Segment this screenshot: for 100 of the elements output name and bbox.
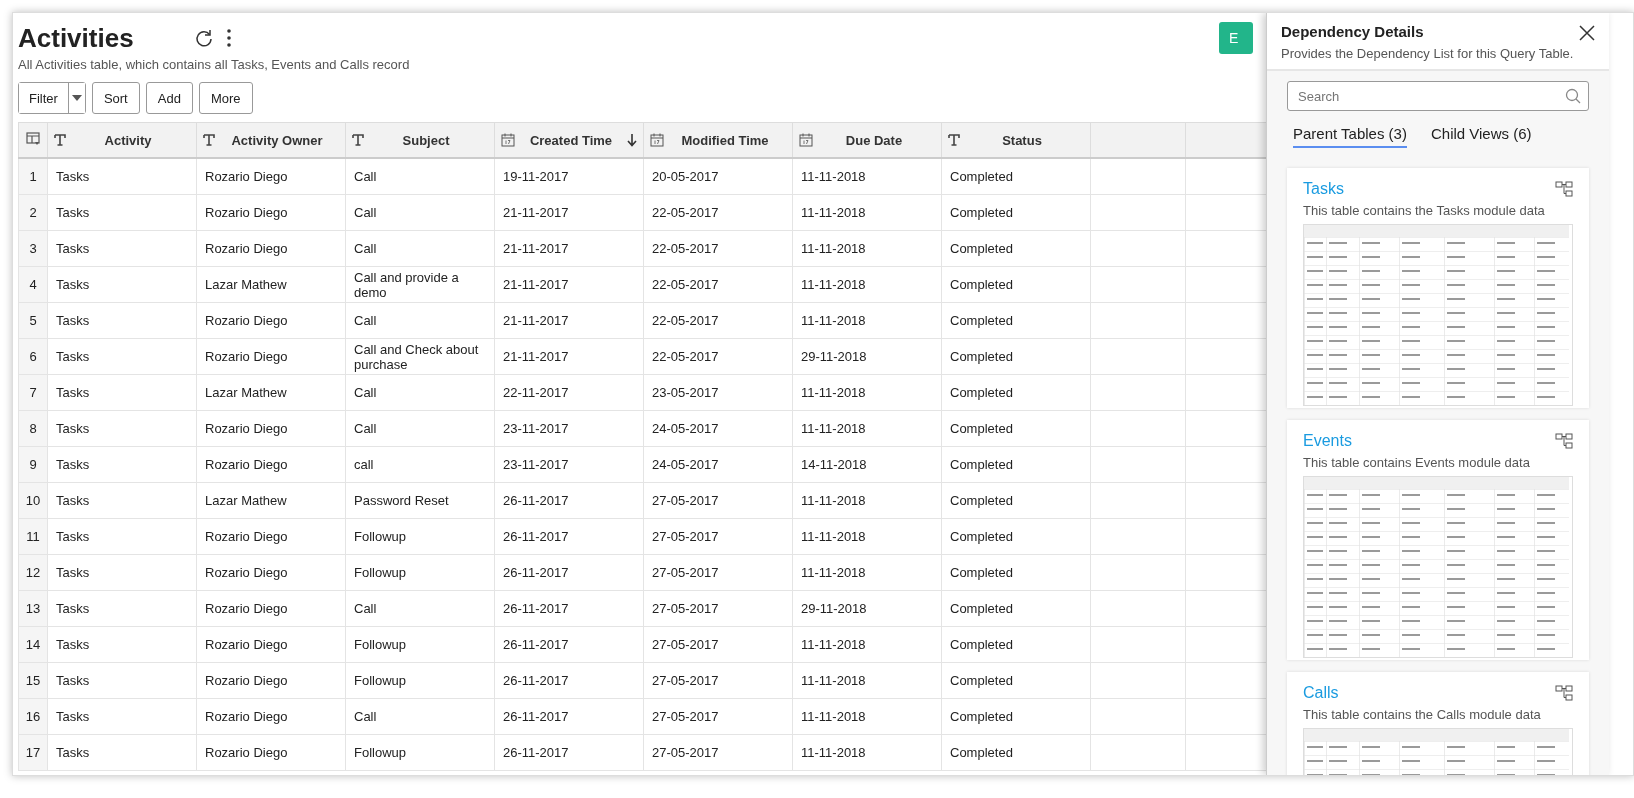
refresh-icon bbox=[193, 28, 214, 48]
text-type-icon bbox=[948, 133, 960, 147]
table-cell: Completed bbox=[941, 230, 1091, 267]
table-cell: 22-05-2017 bbox=[643, 302, 793, 339]
column-label: Due Date bbox=[844, 132, 904, 148]
table-cell: Rozario Diego bbox=[196, 734, 346, 771]
filter-button[interactable]: Filter bbox=[19, 83, 69, 113]
table-cell: Lazar Mathew bbox=[196, 374, 346, 411]
column-header[interactable]: Modified Time bbox=[643, 122, 793, 158]
text-type-icon bbox=[203, 133, 215, 147]
row-number: 12 bbox=[18, 554, 48, 591]
table-cell: Call bbox=[345, 410, 495, 447]
table-cell: Completed bbox=[941, 194, 1091, 231]
table-cell: Rozario Diego bbox=[196, 158, 346, 195]
table-cell: Password Reset bbox=[345, 482, 495, 519]
table-cell: 11-11-2018 bbox=[792, 302, 942, 339]
close-button[interactable] bbox=[1577, 23, 1597, 43]
column-label: Subject bbox=[401, 132, 451, 148]
column-header[interactable]: Activity Owner bbox=[196, 122, 346, 158]
table-description: This table contains the Calls module data bbox=[1303, 707, 1542, 722]
table-cell: Completed bbox=[941, 482, 1091, 519]
table-card[interactable]: Events This table contains Events module data bbox=[1287, 420, 1589, 660]
table-cell: Tasks bbox=[47, 446, 197, 483]
row-number: 5 bbox=[18, 302, 48, 339]
calendar-icon bbox=[650, 133, 664, 147]
row-number: 15 bbox=[18, 662, 48, 699]
search-field[interactable]: Search bbox=[1287, 81, 1589, 111]
caret-icon bbox=[71, 95, 82, 101]
column-header[interactable]: Status bbox=[941, 122, 1091, 158]
table-cell: 19-11-2017 bbox=[494, 158, 644, 195]
table-description: This table contains Events module data bbox=[1303, 455, 1531, 470]
row-number: 9 bbox=[18, 446, 48, 483]
table-cell: 11-11-2018 bbox=[792, 158, 942, 195]
table-cell: Tasks bbox=[47, 626, 197, 663]
table-cell: Rozario Diego bbox=[196, 554, 346, 591]
table-description: All Activities table, which contains all Tasks, Events and Calls record bbox=[18, 57, 411, 72]
tab[interactable]: Child Views (6) bbox=[1430, 125, 1532, 148]
table-cell: 22-11-2017 bbox=[494, 374, 644, 411]
table-cell: Call bbox=[345, 374, 495, 411]
column-header[interactable]: Created Time bbox=[494, 122, 644, 158]
row-number: 7 bbox=[18, 374, 48, 411]
table-cell: Completed bbox=[941, 554, 1091, 591]
text-type-icon bbox=[352, 133, 364, 147]
table-cell: 22-05-2017 bbox=[643, 338, 793, 375]
table-cell: 22-05-2017 bbox=[643, 266, 793, 303]
table-cell: Tasks bbox=[47, 230, 197, 267]
table-cell: Completed bbox=[941, 410, 1091, 447]
column-header[interactable]: Activity bbox=[47, 122, 197, 158]
row-number: 6 bbox=[18, 338, 48, 375]
table-cell: Completed bbox=[941, 446, 1091, 483]
calendar-icon bbox=[501, 133, 515, 147]
column-label: Activity bbox=[103, 132, 153, 148]
table-cell: 11-11-2018 bbox=[792, 698, 942, 735]
table-cell: Completed bbox=[941, 518, 1091, 555]
column-header[interactable]: Due Date bbox=[792, 122, 942, 158]
table-cell: 22-05-2017 bbox=[643, 194, 793, 231]
column-header[interactable]: Subject bbox=[345, 122, 495, 158]
table-cell: 21-11-2017 bbox=[494, 266, 644, 303]
table-cell: Call bbox=[345, 590, 495, 627]
table-cell: Tasks bbox=[47, 482, 197, 519]
table-cell: 27-05-2017 bbox=[643, 698, 793, 735]
toolbar-button[interactable]: Add bbox=[145, 82, 193, 114]
table-cell: 23-05-2017 bbox=[643, 374, 793, 411]
table-cell: Followup bbox=[345, 662, 495, 699]
table-cell: 11-11-2018 bbox=[792, 374, 942, 411]
table-cell: Completed bbox=[941, 266, 1091, 303]
table-cell: Rozario Diego bbox=[196, 230, 346, 267]
table-card[interactable]: Calls This table contains the Calls module data bbox=[1287, 672, 1589, 775]
table-cell: 24-05-2017 bbox=[643, 410, 793, 447]
table-cell: Completed bbox=[941, 590, 1091, 627]
table-cell: Completed bbox=[941, 698, 1091, 735]
table-cell: 27-05-2017 bbox=[643, 554, 793, 591]
table-cell: Tasks bbox=[47, 518, 197, 555]
table-cell: 14-11-2018 bbox=[792, 446, 942, 483]
table-cell: 11-11-2018 bbox=[792, 554, 942, 591]
table-cell: Completed bbox=[941, 158, 1091, 195]
row-number: 10 bbox=[18, 482, 48, 519]
column-label: Activity Owner bbox=[230, 132, 324, 148]
table-cell: 22-05-2017 bbox=[643, 230, 793, 267]
table-card[interactable]: Tasks This table contains the Tasks module data bbox=[1287, 168, 1589, 408]
table-cell: Rozario Diego bbox=[196, 626, 346, 663]
table-cell: Completed bbox=[941, 338, 1091, 375]
row-number: 2 bbox=[18, 194, 48, 231]
table-cell: Followup bbox=[345, 626, 495, 663]
table-cell: Completed bbox=[941, 662, 1091, 699]
table-cell: Call bbox=[345, 194, 495, 231]
table-cell: 27-05-2017 bbox=[643, 518, 793, 555]
toolbar-button[interactable]: Sort bbox=[91, 82, 140, 114]
table-cell: 26-11-2017 bbox=[494, 590, 644, 627]
toolbar-button[interactable]: More bbox=[198, 82, 253, 114]
table-cell: Call and provide a demo bbox=[345, 266, 495, 303]
tab[interactable]: Parent Tables (3) bbox=[1293, 125, 1407, 148]
table-cell: 21-11-2017 bbox=[494, 230, 644, 267]
table-cell: 29-11-2018 bbox=[792, 590, 942, 627]
table-cell: Completed bbox=[941, 302, 1091, 339]
panel-title: Dependency Details bbox=[1281, 23, 1425, 40]
table-cell: Followup bbox=[345, 554, 495, 591]
table-cell: Tasks bbox=[47, 590, 197, 627]
table-cell: 21-11-2017 bbox=[494, 302, 644, 339]
row-number: 1 bbox=[18, 158, 48, 195]
